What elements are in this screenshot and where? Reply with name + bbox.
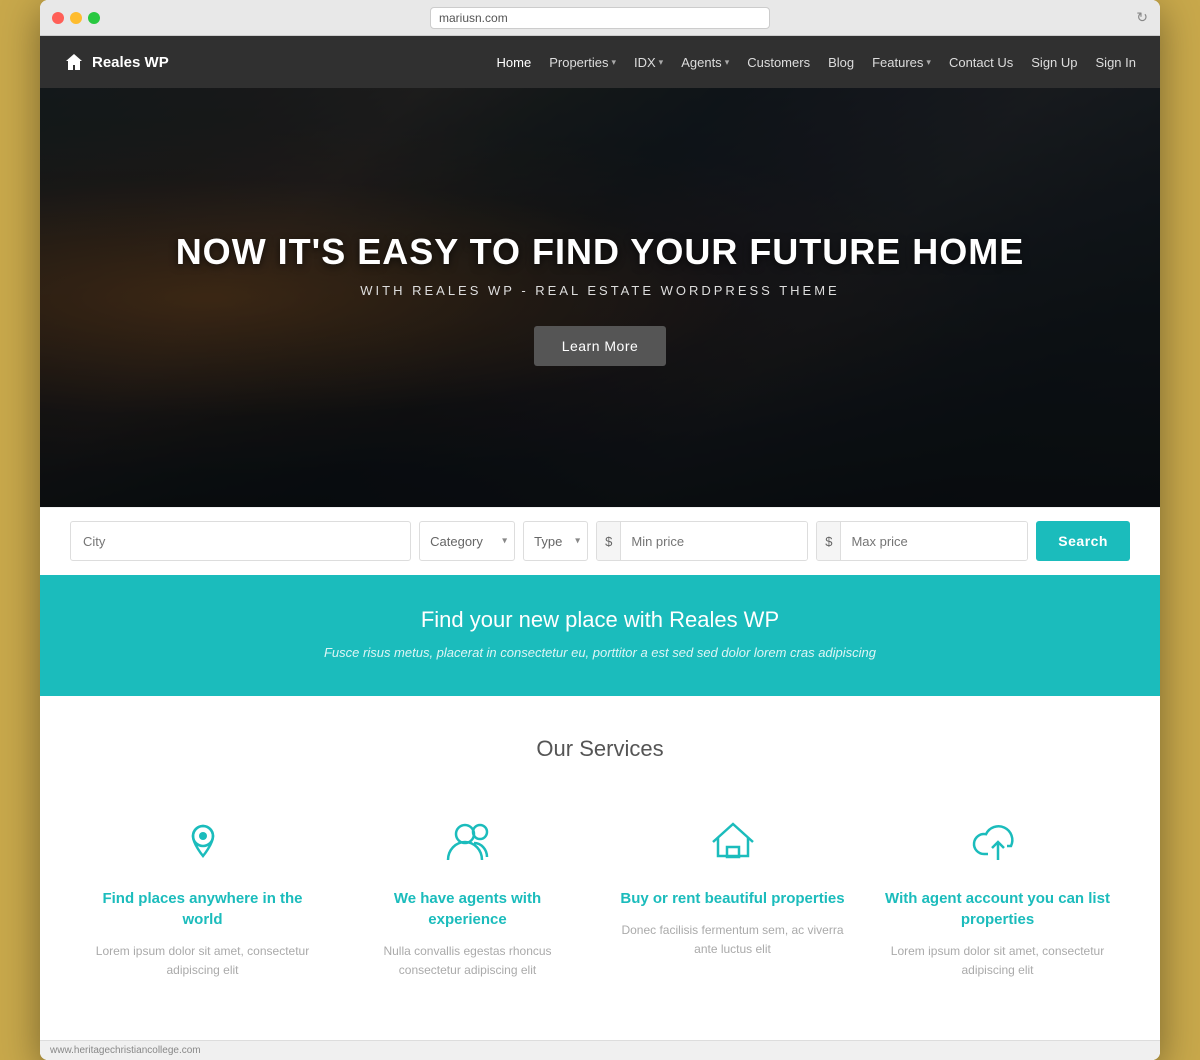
max-price-wrapper: $ — [816, 521, 1028, 561]
nav-features[interactable]: Features ▾ — [872, 55, 931, 70]
category-select[interactable]: Category Apartment House Villa — [419, 521, 515, 561]
hero-section: NOW IT'S EASY TO FIND YOUR FUTURE HOME W… — [40, 88, 1160, 508]
nav-home[interactable]: Home — [497, 55, 532, 70]
browser-statusbar: www.heritagechristiancollege.com — [40, 1040, 1160, 1060]
service-card-location: Find places anywhere in the world Lorem … — [80, 802, 325, 990]
hero-title: NOW IT'S EASY TO FIND YOUR FUTURE HOME — [176, 231, 1025, 273]
service-name-2: Buy or rent beautiful properties — [620, 888, 845, 909]
nav-blog[interactable]: Blog — [828, 55, 854, 70]
website-content: Reales WP Home Properties ▾ IDX ▾ Agents… — [40, 36, 1160, 1060]
person-icon — [438, 812, 498, 872]
nav-properties[interactable]: Properties ▾ — [549, 55, 616, 70]
service-name-3: With agent account you can list properti… — [885, 888, 1110, 930]
service-desc-1: Nulla convallis egestas rhoncus consecte… — [355, 942, 580, 980]
navbar: Reales WP Home Properties ▾ IDX ▾ Agents… — [40, 36, 1160, 88]
max-price-symbol: $ — [817, 522, 841, 560]
hero-subtitle: WITH REALES WP - REAL ESTATE WORDPRESS T… — [360, 283, 839, 298]
search-button[interactable]: Search — [1036, 521, 1130, 561]
min-price-wrapper: $ — [596, 521, 808, 561]
refresh-icon[interactable]: ↻ — [1136, 9, 1148, 26]
nav-signup[interactable]: Sign Up — [1031, 55, 1077, 70]
services-grid: Find places anywhere in the world Lorem … — [80, 802, 1120, 990]
services-title: Our Services — [80, 736, 1120, 762]
dot-maximize[interactable] — [88, 12, 100, 24]
browser-window: mariusn.com ↻ Reales WP Home Properties … — [40, 0, 1160, 1060]
house-icon — [703, 812, 763, 872]
min-price-symbol: $ — [597, 522, 621, 560]
nav-logo[interactable]: Reales WP — [64, 52, 169, 72]
nav-idx[interactable]: IDX ▾ — [634, 55, 663, 70]
nav-customers[interactable]: Customers — [747, 55, 810, 70]
nav-contact[interactable]: Contact Us — [949, 55, 1013, 70]
learn-more-button[interactable]: Learn More — [534, 326, 667, 366]
teal-banner-text: Fusce risus metus, placerat in consectet… — [60, 643, 1140, 664]
nav-signin[interactable]: Sign In — [1096, 55, 1136, 70]
search-bar: Category Apartment House Villa Type Buy … — [40, 507, 1160, 575]
url-text: mariusn.com — [439, 11, 508, 25]
teal-banner-title: Find your new place with Reales WP — [60, 607, 1140, 633]
service-name-1: We have agents with experience — [355, 888, 580, 930]
nav-links: Home Properties ▾ IDX ▾ Agents ▾ Custome… — [497, 55, 1136, 70]
browser-titlebar: mariusn.com ↻ — [40, 0, 1160, 36]
type-select-wrapper: Type Buy Rent — [523, 521, 588, 561]
service-desc-0: Lorem ipsum dolor sit amet, consectetur … — [90, 942, 315, 980]
dot-close[interactable] — [52, 12, 64, 24]
city-input[interactable] — [70, 521, 411, 561]
type-select[interactable]: Type Buy Rent — [523, 521, 588, 561]
service-card-agents: We have agents with experience Nulla con… — [345, 802, 590, 990]
service-card-properties: Buy or rent beautiful properties Donec f… — [610, 802, 855, 990]
browser-dots — [52, 12, 100, 24]
service-desc-2: Donec facilisis fermentum sem, ac viverr… — [620, 921, 845, 959]
max-price-input[interactable] — [841, 522, 1028, 560]
services-section: Our Services Find places anywhere in the… — [40, 696, 1160, 1040]
service-card-account: With agent account you can list properti… — [875, 802, 1120, 990]
status-text: www.heritagechristiancollege.com — [50, 1045, 201, 1056]
location-icon — [173, 812, 233, 872]
cloud-upload-icon — [968, 812, 1028, 872]
nav-agents[interactable]: Agents ▾ — [681, 55, 729, 70]
category-select-wrapper: Category Apartment House Villa — [419, 521, 515, 561]
home-logo-icon — [64, 52, 84, 72]
min-price-input[interactable] — [621, 522, 808, 560]
service-desc-3: Lorem ipsum dolor sit amet, consectetur … — [885, 942, 1110, 980]
url-bar[interactable]: mariusn.com — [430, 7, 770, 29]
dot-minimize[interactable] — [70, 12, 82, 24]
hero-content: NOW IT'S EASY TO FIND YOUR FUTURE HOME W… — [40, 88, 1160, 508]
logo-text: Reales WP — [92, 54, 169, 71]
service-name-0: Find places anywhere in the world — [90, 888, 315, 930]
teal-banner: Find your new place with Reales WP Fusce… — [40, 575, 1160, 696]
